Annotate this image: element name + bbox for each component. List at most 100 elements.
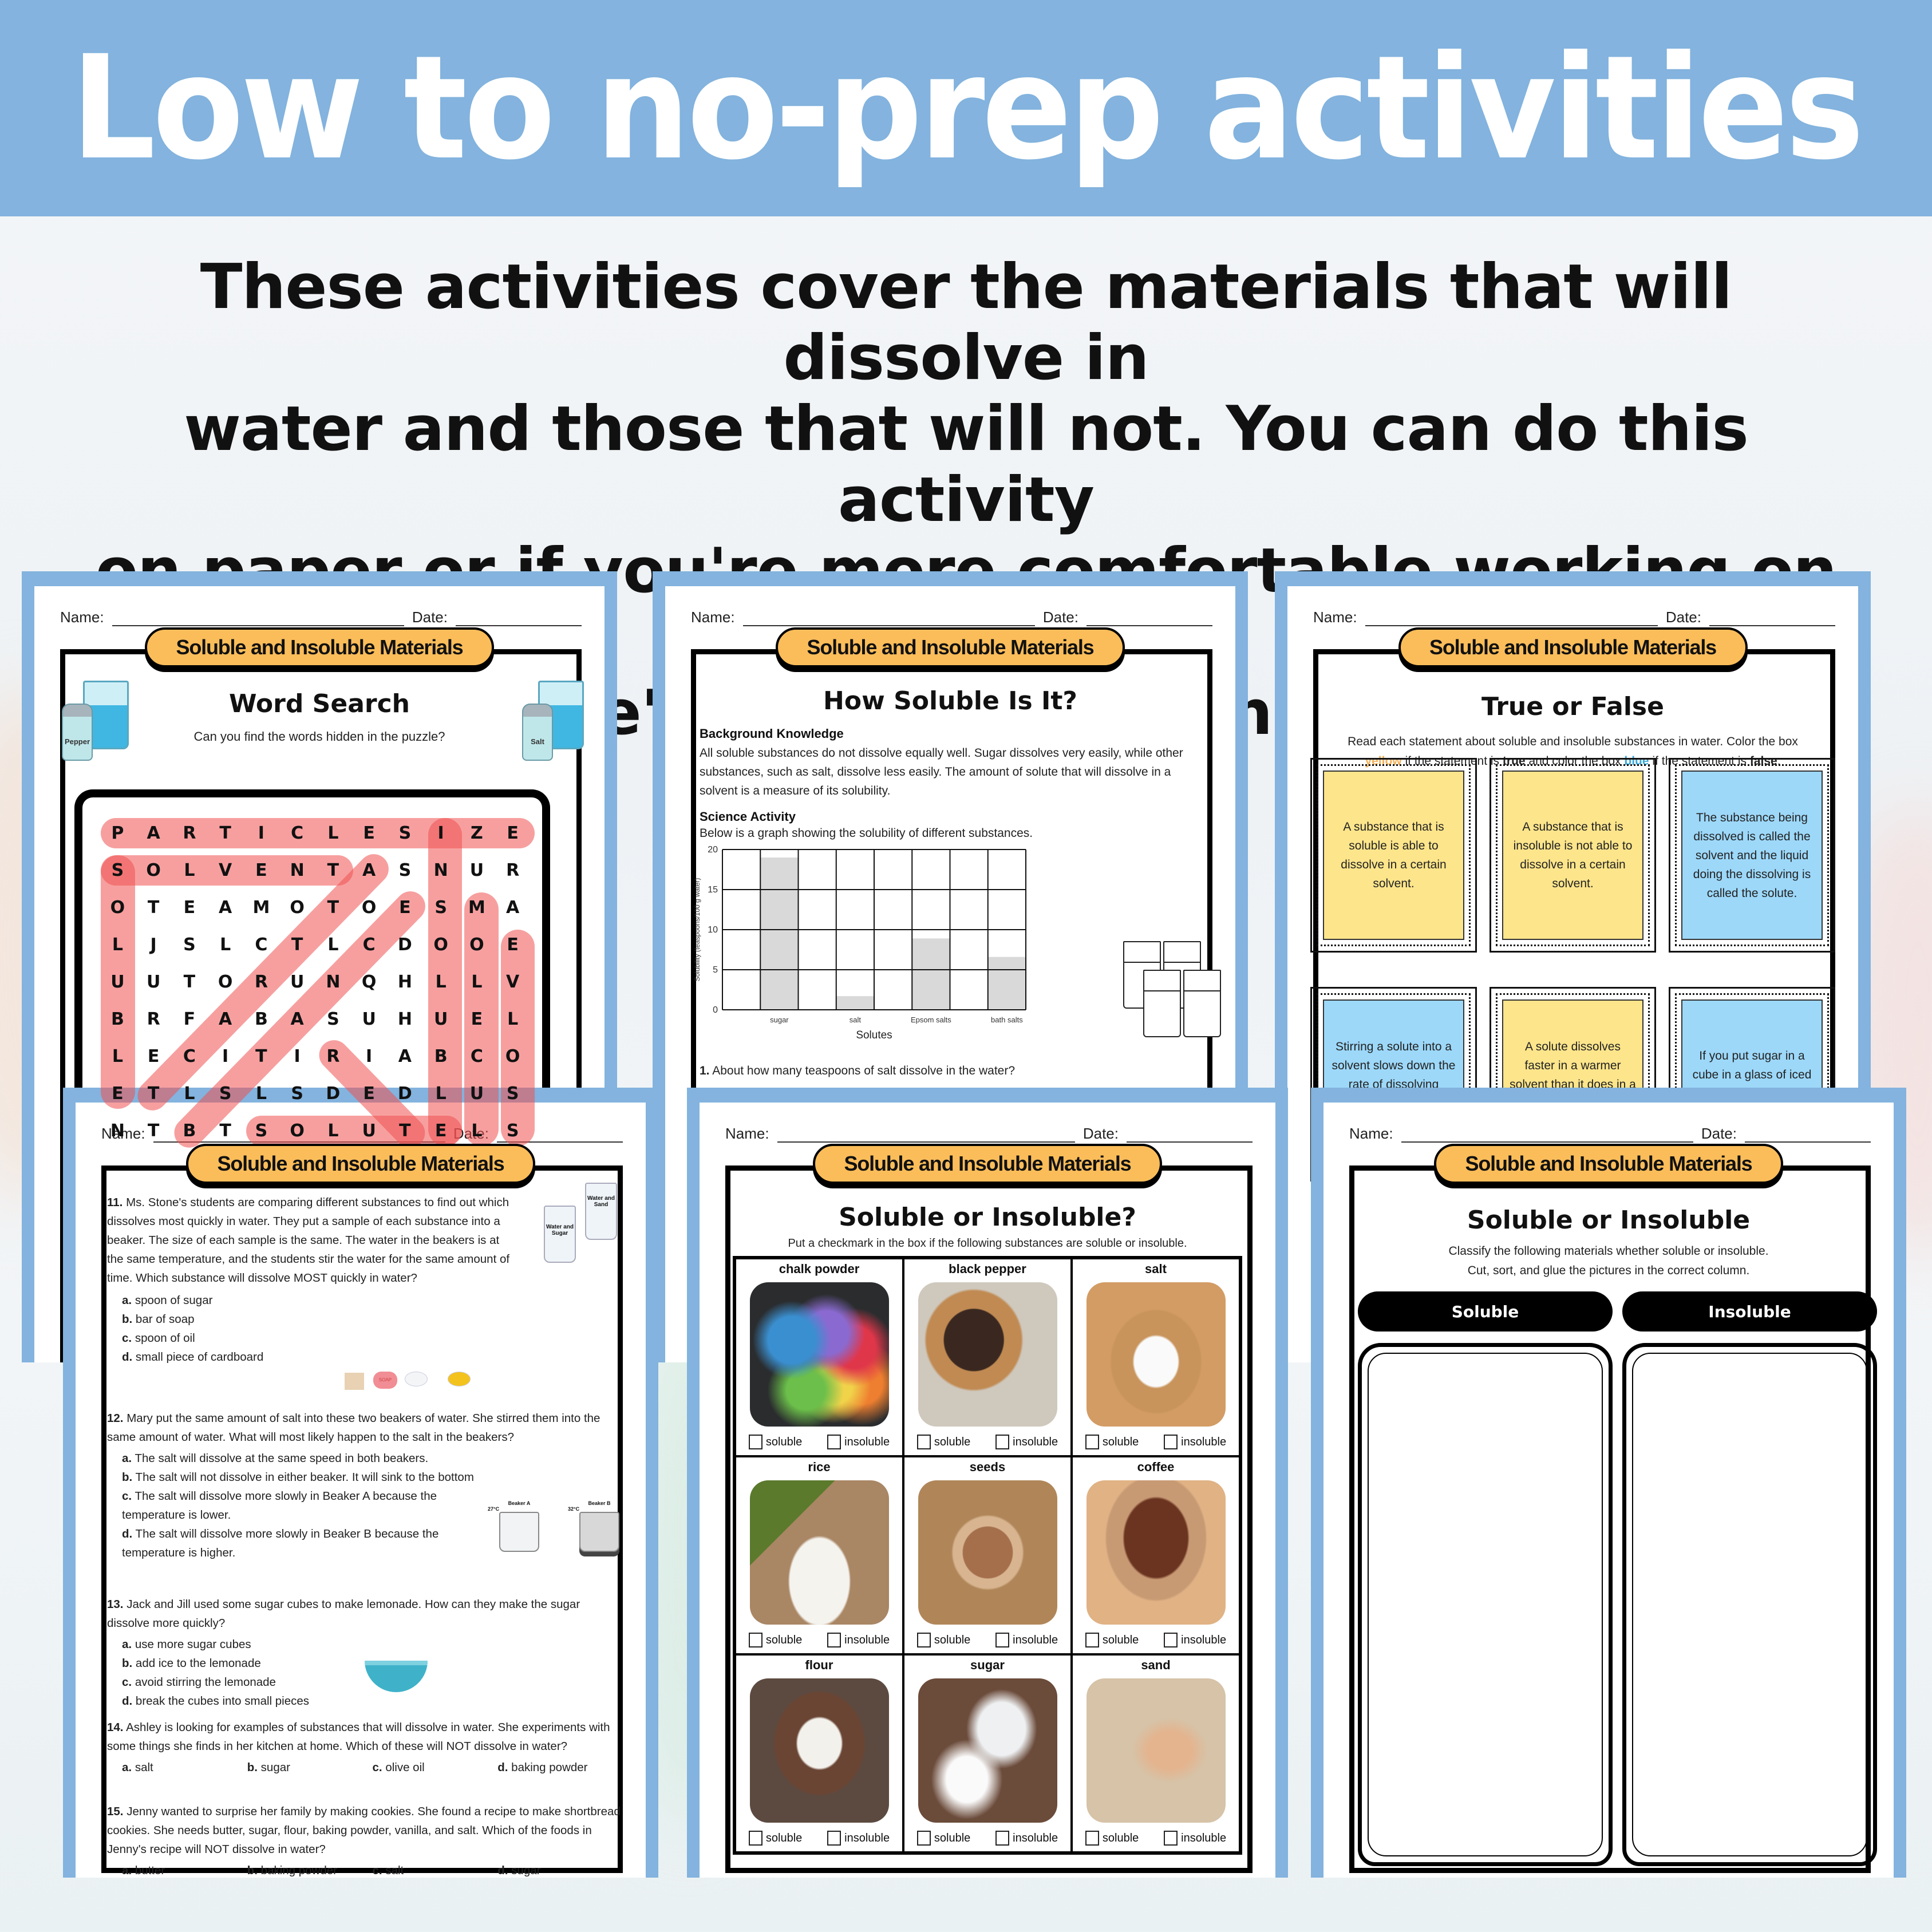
- word-search-letter[interactable]: L: [495, 1001, 531, 1038]
- word-search-letter[interactable]: V: [207, 852, 243, 889]
- word-search-letter[interactable]: A: [207, 1001, 243, 1038]
- word-search-letter[interactable]: L: [459, 963, 495, 1001]
- word-search-letter[interactable]: H: [387, 1001, 423, 1038]
- word-search-letter[interactable]: S: [387, 852, 423, 889]
- soluble-checkbox[interactable]: soluble: [1085, 1633, 1139, 1647]
- checkbox-square[interactable]: [1164, 1435, 1178, 1449]
- checkbox-square[interactable]: [827, 1435, 841, 1449]
- date-field[interactable]: [1745, 1125, 1871, 1143]
- checkbox-square[interactable]: [995, 1435, 1010, 1449]
- word-search-letter[interactable]: R: [136, 1001, 172, 1038]
- word-search-letter[interactable]: C: [279, 815, 315, 852]
- word-search-letter[interactable]: N: [315, 963, 351, 1001]
- word-search-letter[interactable]: O: [100, 889, 136, 926]
- word-search-letter[interactable]: H: [387, 963, 423, 1001]
- word-search-letter[interactable]: I: [279, 1038, 315, 1075]
- date-field[interactable]: [1086, 609, 1212, 626]
- word-search-letter[interactable]: S: [315, 1001, 351, 1038]
- soluble-checkbox[interactable]: soluble: [748, 1831, 802, 1846]
- soluble-checkbox[interactable]: soluble: [916, 1831, 970, 1846]
- checkbox-square[interactable]: [1085, 1831, 1099, 1846]
- word-search-letter[interactable]: T: [172, 963, 208, 1001]
- checkbox-square[interactable]: [1164, 1633, 1178, 1647]
- word-search-letter[interactable]: N: [423, 852, 459, 889]
- word-search-letter[interactable]: O: [351, 889, 387, 926]
- checkbox-square[interactable]: [995, 1831, 1010, 1846]
- word-search-letter[interactable]: S: [495, 1075, 531, 1112]
- statement-card[interactable]: A substance that is soluble is able to d…: [1310, 758, 1477, 953]
- word-search-letter[interactable]: E: [495, 926, 531, 963]
- word-search-letter[interactable]: U: [423, 1001, 459, 1038]
- word-search-letter[interactable]: B: [243, 1001, 279, 1038]
- word-search-letter[interactable]: T: [243, 1038, 279, 1075]
- word-search-letter[interactable]: L: [315, 926, 351, 963]
- word-search-letter[interactable]: E: [243, 852, 279, 889]
- word-search-letter[interactable]: E: [100, 1075, 136, 1112]
- word-search-letter[interactable]: D: [387, 1075, 423, 1112]
- word-search-letter[interactable]: R: [243, 963, 279, 1001]
- soluble-checkbox[interactable]: soluble: [748, 1633, 802, 1647]
- word-search-letter[interactable]: S: [172, 926, 208, 963]
- word-search-letter[interactable]: A: [495, 889, 531, 926]
- word-search-letter[interactable]: U: [100, 963, 136, 1001]
- word-search-letter[interactable]: R: [495, 852, 531, 889]
- word-search-letter[interactable]: T: [136, 1075, 172, 1112]
- word-search-letter[interactable]: A: [279, 1001, 315, 1038]
- date-field[interactable]: [1709, 609, 1835, 626]
- word-search-letter[interactable]: N: [100, 1112, 136, 1149]
- word-search-letter[interactable]: F: [172, 1001, 208, 1038]
- word-search-letter[interactable]: E: [351, 815, 387, 852]
- word-search-grid[interactable]: PARTICLESIZESOLVENTASNUROTEAMOTOESMALJSL…: [100, 815, 535, 1154]
- soluble-checkbox[interactable]: soluble: [1085, 1435, 1139, 1449]
- word-search-letter[interactable]: L: [243, 1075, 279, 1112]
- option[interactable]: a. spoon of sugar: [107, 1291, 514, 1310]
- name-field[interactable]: [1365, 609, 1658, 626]
- word-search-letter[interactable]: R: [315, 1038, 351, 1075]
- insoluble-checkbox[interactable]: insoluble: [1164, 1831, 1226, 1846]
- name-field[interactable]: [1401, 1125, 1693, 1143]
- word-search-letter[interactable]: Z: [459, 815, 495, 852]
- word-search-letter[interactable]: A: [136, 815, 172, 852]
- worksheet-checklist[interactable]: Name: Date: Soluble and Insoluble Materi…: [687, 1088, 1288, 1878]
- word-search-letter[interactable]: C: [243, 926, 279, 963]
- word-search-letter[interactable]: I: [423, 815, 459, 852]
- word-search-letter[interactable]: A: [351, 852, 387, 889]
- option[interactable]: c. olive oil: [373, 1758, 498, 1777]
- insoluble-checkbox[interactable]: insoluble: [827, 1831, 890, 1846]
- word-search-letter[interactable]: S: [423, 889, 459, 926]
- word-search-letter[interactable]: U: [351, 1001, 387, 1038]
- word-search-letter[interactable]: E: [351, 1075, 387, 1112]
- word-search-letter[interactable]: M: [459, 889, 495, 926]
- insoluble-checkbox[interactable]: insoluble: [995, 1435, 1058, 1449]
- option[interactable]: c. The salt will dissolve more slowly in…: [107, 1487, 473, 1524]
- word-search-letter[interactable]: V: [495, 963, 531, 1001]
- option[interactable]: d. baking powder: [497, 1758, 623, 1777]
- checkbox-square[interactable]: [748, 1633, 762, 1647]
- word-search-letter[interactable]: L: [172, 1075, 208, 1112]
- word-search-letter[interactable]: U: [279, 963, 315, 1001]
- option[interactable]: a. butter: [122, 1861, 247, 1878]
- word-search-letter[interactable]: O: [423, 926, 459, 963]
- word-search-letter[interactable]: L: [100, 1038, 136, 1075]
- word-search-letter[interactable]: T: [315, 852, 351, 889]
- word-search-letter[interactable]: N: [279, 852, 315, 889]
- name-field[interactable]: [112, 609, 404, 626]
- statement-card[interactable]: The substance being dissolved is called …: [1669, 758, 1835, 953]
- name-field[interactable]: [742, 609, 1035, 626]
- word-search-letter[interactable]: Q: [351, 963, 387, 1001]
- word-search-letter[interactable]: D: [387, 926, 423, 963]
- option[interactable]: c. spoon of oil: [107, 1329, 514, 1348]
- word-search-letter[interactable]: J: [136, 926, 172, 963]
- word-search-letter[interactable]: S: [207, 1075, 243, 1112]
- name-field[interactable]: [777, 1125, 1075, 1143]
- word-search-letter[interactable]: D: [315, 1075, 351, 1112]
- soluble-checkbox[interactable]: soluble: [748, 1435, 802, 1449]
- word-search-letter[interactable]: L: [423, 1075, 459, 1112]
- insoluble-checkbox[interactable]: insoluble: [1164, 1435, 1226, 1449]
- insoluble-checkbox[interactable]: insoluble: [1164, 1633, 1226, 1647]
- insoluble-drop-zone[interactable]: [1622, 1343, 1877, 1866]
- word-search-letter[interactable]: O: [459, 926, 495, 963]
- checkbox-square[interactable]: [748, 1435, 762, 1449]
- option[interactable]: d. break the cubes into small pieces: [107, 1692, 623, 1710]
- checkbox-square[interactable]: [916, 1633, 931, 1647]
